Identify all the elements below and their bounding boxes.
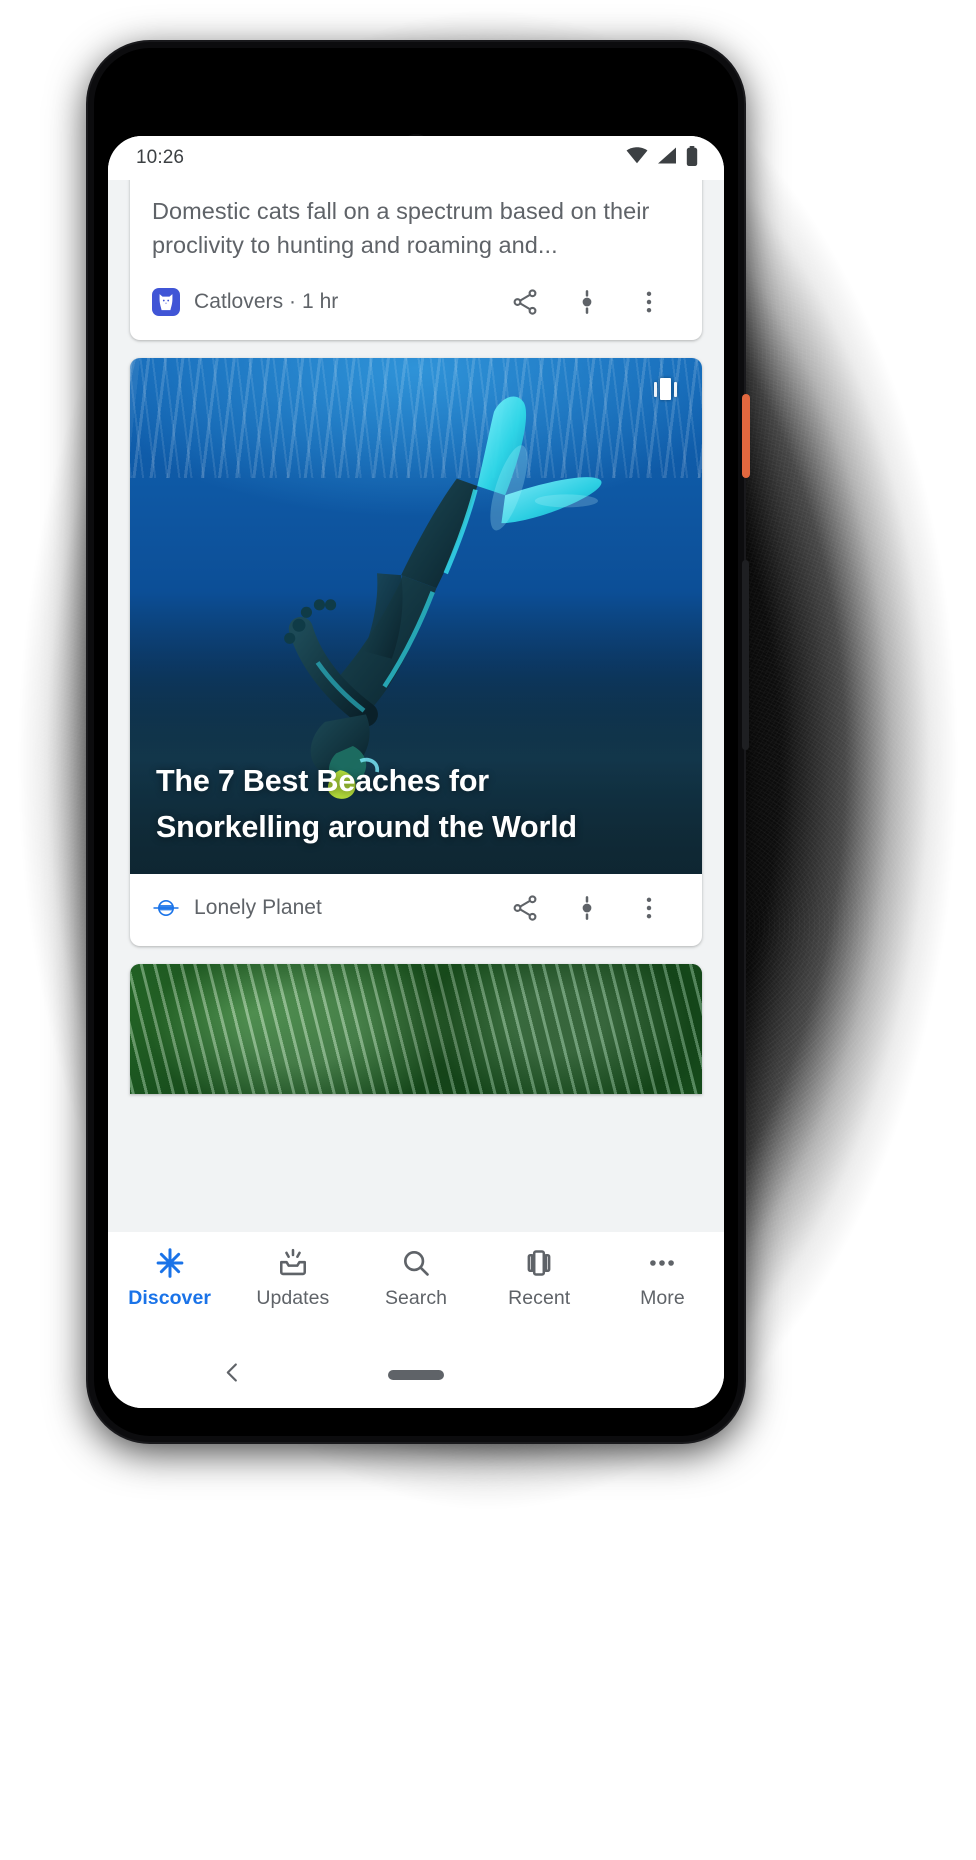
card-actions (494, 888, 680, 928)
system-navigation-bar (108, 1342, 724, 1408)
nav-label-discover: Discover (128, 1287, 211, 1309)
plant-photo-shading (130, 964, 702, 1094)
nav-item-search[interactable]: Search (354, 1246, 477, 1310)
power-button[interactable] (742, 394, 750, 478)
phone-screen: 10:26 Domestic cats fall on a spectrum b… (108, 136, 724, 1408)
card-source-name: Catlovers · 1 hr (194, 290, 339, 313)
phone-device: 10:26 Domestic cats fall on a spectrum b… (88, 42, 750, 1442)
card-source-row: Catlovers · 1 hr (130, 268, 702, 340)
wifi-icon (626, 147, 648, 169)
cellular-signal-icon (657, 147, 677, 169)
bottom-navigation-bar: Discover Updates Search Recent More (108, 1232, 724, 1342)
lonely-planet-logo-icon (152, 894, 180, 922)
home-gesture-pill[interactable] (388, 1370, 444, 1380)
card-snippet-text: Domestic cats fall on a spectrum based o… (152, 198, 650, 258)
screenshot-scene: 10:26 Domestic cats fall on a spectrum b… (0, 0, 976, 1860)
share-icon[interactable] (494, 282, 556, 322)
card-source-name: Lonely Planet (194, 896, 322, 919)
card-source-row: Lonely Planet (130, 874, 702, 946)
card-hero-image[interactable]: The 7 Best Beaches for Snorkelling aroun… (130, 358, 702, 874)
interest-icon[interactable] (556, 282, 618, 322)
overflow-menu-icon[interactable] (618, 282, 680, 322)
nav-label-search: Search (384, 1287, 448, 1309)
card-actions (494, 282, 680, 322)
search-magnifier-icon (400, 1246, 432, 1280)
more-dots-icon (646, 1246, 678, 1280)
nav-label-recent: Recent (508, 1287, 571, 1309)
status-icons (626, 145, 698, 171)
discover-feed[interactable]: Domestic cats fall on a spectrum based o… (108, 180, 724, 1298)
feed-card-plant[interactable] (130, 964, 702, 1094)
nav-item-updates[interactable]: Updates (231, 1246, 354, 1310)
cat-logo-icon (152, 288, 180, 316)
status-bar: 10:26 (108, 136, 724, 180)
nav-item-more[interactable]: More (601, 1246, 724, 1310)
volume-button[interactable] (742, 560, 749, 750)
share-icon[interactable] (494, 888, 556, 928)
discover-asterisk-icon (153, 1246, 187, 1280)
nav-item-recent[interactable]: Recent (478, 1246, 601, 1310)
nav-label-updates: Updates (256, 1287, 330, 1309)
overflow-menu-icon[interactable] (618, 888, 680, 928)
status-time: 10:26 (136, 147, 185, 168)
feed-card-catlovers[interactable]: Domestic cats fall on a spectrum based o… (130, 180, 702, 340)
updates-tray-icon (277, 1246, 309, 1280)
recent-cards-icon (523, 1246, 555, 1280)
back-chevron-icon[interactable] (220, 1360, 246, 1391)
interest-icon[interactable] (556, 888, 618, 928)
nav-label-more: More (640, 1287, 685, 1309)
gallery-badge-icon (648, 376, 682, 402)
feed-card-lonely-planet[interactable]: The 7 Best Beaches for Snorkelling aroun… (130, 358, 702, 946)
battery-icon (686, 145, 698, 171)
nav-item-discover[interactable]: Discover (108, 1246, 231, 1310)
card-headline: The 7 Best Beaches for Snorkelling aroun… (156, 764, 577, 844)
